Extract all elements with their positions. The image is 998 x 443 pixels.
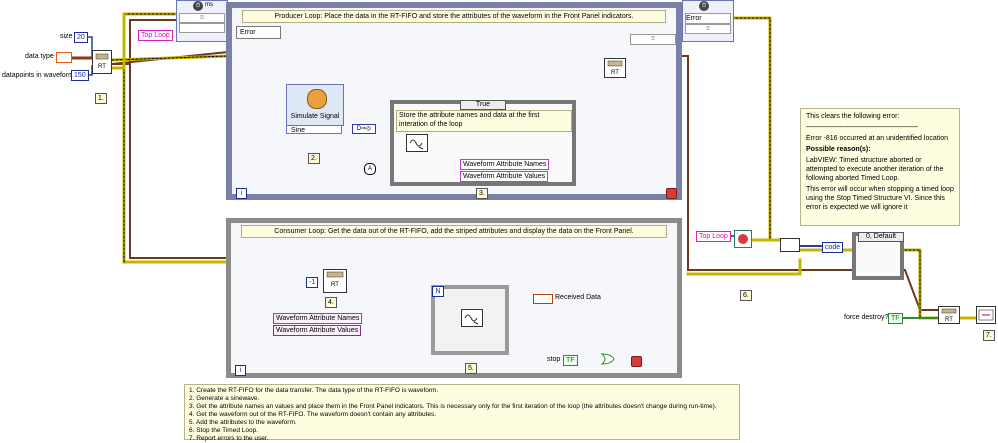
- timing-param-offset: [179, 23, 225, 33]
- error-case-structure: 0, Default: [852, 232, 904, 280]
- stop-label: stop: [547, 356, 561, 363]
- received-data-indicator-icon: [533, 294, 553, 304]
- simple-error-handler-node[interactable]: [976, 306, 996, 324]
- step-7-label: 7.: [983, 330, 995, 341]
- case-structure: True Store the attribute names and data …: [390, 100, 576, 186]
- timeout-constant[interactable]: -1: [306, 277, 319, 288]
- step-6-label: 6.: [740, 290, 752, 301]
- rt-fifo-write-node[interactable]: RT: [604, 58, 626, 78]
- rt-fifo-delete-node[interactable]: RT: [938, 306, 960, 324]
- rt-fifo-write-icon: RT: [607, 60, 623, 76]
- instructions-note: 1. Create the RT-FIFO for the data trans…: [184, 384, 740, 442]
- force-destroy-label: force destroy?: [844, 314, 889, 321]
- or-gate-icon: [600, 353, 615, 365]
- error-output-field: Error: [685, 13, 731, 24]
- set-waveform-attribute-node[interactable]: [461, 309, 483, 327]
- note-line2: Error -816 occurred at an unidentified l…: [806, 135, 949, 142]
- error-comment-note: This clears the following error: -------…: [800, 108, 960, 226]
- consumer-stop-terminal: [631, 356, 642, 367]
- consumer-iteration-terminal: i: [235, 365, 246, 376]
- stop-timed-structure-icon: [738, 234, 748, 244]
- case-selector-label[interactable]: True: [460, 100, 506, 110]
- svg-text:RT: RT: [331, 282, 339, 288]
- rt-fifo-read-node[interactable]: RT: [323, 269, 347, 293]
- step-1-label: 1.: [95, 93, 107, 104]
- consumer-while-loop: Consumer Loop: Get the data out of the R…: [226, 218, 682, 378]
- clock-icon: ⏱: [193, 1, 203, 11]
- get-waveform-attribute-node[interactable]: [406, 134, 428, 152]
- rt-fifo-delete-icon: RT: [941, 308, 957, 323]
- set-attribute-icon: [464, 314, 479, 325]
- rt-fifo-create-node[interactable]: RT: [92, 50, 112, 74]
- first-call-icon: A: [364, 163, 376, 175]
- timing-output-field: ⁝⁝: [685, 24, 731, 34]
- timing-param-dt: ⁝⁝: [179, 13, 225, 23]
- unbundle-error-node: [780, 238, 800, 252]
- note-separator: ----------------------------------------…: [806, 124, 918, 131]
- note-line3: This error will occur when stopping a ti…: [806, 186, 954, 211]
- waveform-attribute-icon: [409, 139, 424, 150]
- error-case-selector[interactable]: 0, Default: [858, 232, 904, 242]
- svg-text:RT: RT: [611, 70, 619, 76]
- timed-loop-output-node: ⏱ Error ⁝⁝: [682, 0, 734, 42]
- waveform-convert-node: D⇒◎: [352, 124, 376, 134]
- producer-error-terminal: Error: [236, 26, 281, 39]
- simulate-signal-vi[interactable]: Simulate Signal: [286, 84, 344, 126]
- for-loop-count-terminal: N: [432, 286, 444, 297]
- stop-control[interactable]: TF: [563, 355, 578, 366]
- attr-values-local: Waveform Attribute Values: [273, 325, 362, 336]
- instruction-4: 4. Get the waveform out of the RT-FIFO. …: [189, 411, 437, 418]
- svg-text:RT: RT: [945, 317, 953, 323]
- note-reasons-title: Possible reason(s):: [806, 146, 871, 153]
- instruction-5: 5. Add the attributes to the waveform.: [189, 419, 297, 426]
- producer-stop-terminal: [666, 188, 677, 199]
- note-reason: LabVIEW: Timed structure aborted or atte…: [806, 157, 944, 182]
- attr-names-local: Waveform Attribute Names: [273, 313, 363, 324]
- received-data-label: Received Data: [555, 294, 601, 301]
- timing-unit-label: ms: [205, 2, 213, 8]
- step-4-label: 4.: [325, 297, 337, 308]
- timed-loop-input-node: ⏱ ms ⁝⁝: [176, 0, 228, 42]
- attr-names-indicator: Waveform Attribute Names: [460, 159, 550, 170]
- note-line1: This clears the following error:: [806, 113, 900, 120]
- datapoints-control[interactable]: 150: [71, 70, 89, 81]
- consumer-loop-title: Consumer Loop: Get the data out of the R…: [241, 225, 667, 238]
- data-type-label: data type: [25, 53, 54, 60]
- error-handler-icon: [978, 309, 994, 321]
- stop-timed-structure-node[interactable]: [734, 230, 752, 248]
- case-comment: Store the attribute names and data at th…: [396, 110, 572, 132]
- data-type-control[interactable]: [56, 52, 72, 63]
- signal-type-field: Sine: [286, 125, 342, 134]
- instruction-3: 3. Get the attribute names an values and…: [189, 403, 717, 410]
- size-label: size: [60, 33, 73, 40]
- attr-values-indicator: Waveform Attribute Values: [460, 171, 549, 182]
- simulate-signal-label: Simulate Signal: [290, 113, 340, 120]
- rt-fifo-read-icon: RT: [326, 271, 344, 288]
- rt-fifo-create-icon: RT: [95, 53, 109, 70]
- svg-text:RT: RT: [98, 64, 106, 70]
- right-timing-field: ⁝⁝: [630, 34, 676, 45]
- producer-timed-loop: Producer Loop: Place the data in the RT-…: [226, 2, 682, 200]
- instruction-6: 6. Stop the Timed Loop.: [189, 427, 259, 434]
- code-label: code: [822, 242, 844, 253]
- step-3-label: 3.: [476, 188, 488, 199]
- size-control[interactable]: 20: [74, 32, 88, 43]
- force-destroy-control[interactable]: TF: [888, 313, 903, 324]
- step-5-label: 5.: [465, 363, 477, 374]
- instruction-2: 2. Generate a sinewave.: [189, 395, 260, 402]
- top-loop-name-constant[interactable]: Top Loop: [138, 30, 173, 41]
- instruction-1: 1. Create the RT-FIFO for the data trans…: [189, 387, 439, 394]
- top-loop-ref-constant[interactable]: Top Loop: [696, 231, 731, 242]
- for-loop: N: [431, 285, 509, 355]
- simulate-signal-icon: [307, 89, 327, 109]
- step-2-label: 2.: [308, 153, 320, 164]
- clock-icon-right: ⏱: [699, 1, 709, 11]
- datapoints-label: datapoints in waveform: [2, 72, 74, 79]
- producer-iteration-terminal: i: [236, 188, 247, 199]
- producer-loop-title: Producer Loop: Place the data in the RT-…: [242, 10, 666, 23]
